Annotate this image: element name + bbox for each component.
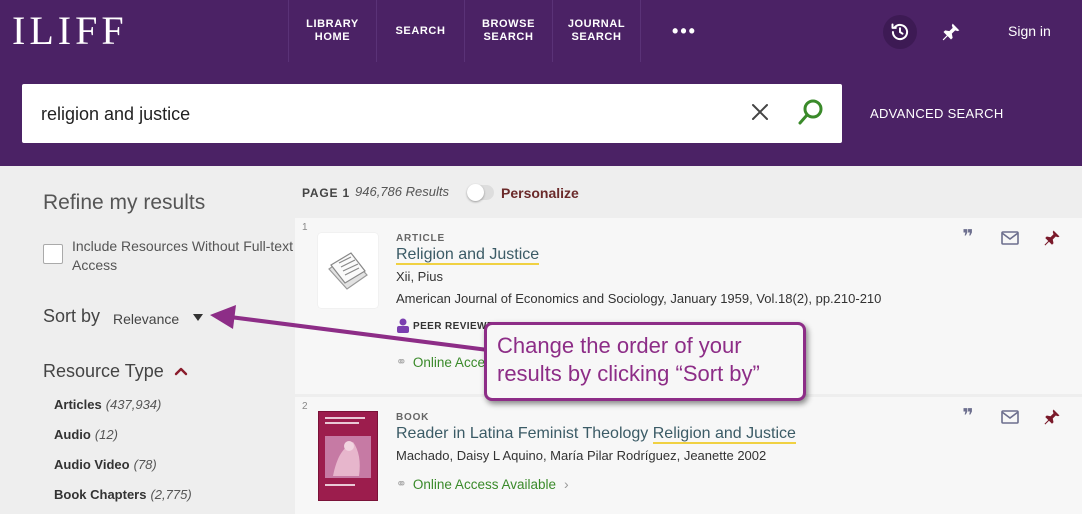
- nav-journal-search[interactable]: JOURNAL SEARCH: [552, 0, 640, 62]
- result-title-link[interactable]: Religion and Justice: [396, 246, 540, 265]
- email-icon[interactable]: [1000, 229, 1020, 247]
- article-icon: [328, 251, 368, 290]
- nav-browse-search[interactable]: BROWSE SEARCH: [464, 0, 552, 62]
- search-query-text[interactable]: religion and justice: [41, 104, 190, 125]
- annotation-line-2: results by clicking “Sort by”: [497, 361, 760, 386]
- sort-by-label: Sort by: [43, 306, 101, 326]
- result-source: American Journal of Economics and Sociol…: [396, 291, 882, 306]
- refine-results-title: Refine my results: [43, 191, 206, 214]
- main-nav: LIBRARY HOME SEARCH BROWSE SEARCH JOURNAL S…: [288, 0, 728, 62]
- include-no-fulltext-label[interactable]: Include Resources Without Full-text Acce…: [72, 237, 297, 275]
- pin-icon[interactable]: [1042, 408, 1062, 426]
- search-input[interactable]: religion and justice: [22, 84, 842, 143]
- result-author: Machado, Daisy L Aquino, María Pilar Rod…: [396, 448, 767, 463]
- nav-more-menu[interactable]: •••: [640, 0, 728, 62]
- chevron-right-icon: ›: [564, 476, 569, 492]
- result-type: BOOK: [396, 412, 430, 423]
- book-cover-image: [319, 412, 377, 500]
- result-title-link[interactable]: Reader in Latina Feminist Theology Relig…: [396, 425, 796, 444]
- result-index: 2: [302, 401, 308, 412]
- cite-icon[interactable]: ❞: [958, 228, 978, 247]
- article-thumbnail[interactable]: [318, 233, 378, 308]
- personalize-label[interactable]: Personalize: [501, 185, 579, 201]
- search-band: religion and justice ADVANCED SEARCH: [0, 62, 1082, 166]
- results-count: 946,786 Results: [355, 184, 449, 199]
- result-author: Xii, Pius: [396, 269, 443, 284]
- caret-down-icon[interactable]: [193, 314, 203, 321]
- book-cover-thumbnail[interactable]: [318, 411, 378, 501]
- chevron-up-icon[interactable]: [174, 366, 188, 376]
- sign-in-link[interactable]: Sign in: [1008, 23, 1051, 39]
- pin-icon[interactable]: [934, 15, 968, 49]
- page-number: PAGE 1: [302, 186, 350, 200]
- email-icon[interactable]: [1000, 408, 1020, 426]
- sort-by-select[interactable]: Relevance: [113, 311, 179, 327]
- nav-search[interactable]: SEARCH: [376, 0, 464, 62]
- advanced-search-link[interactable]: ADVANCED SEARCH: [870, 106, 1004, 121]
- annotation-callout: Change the order of your results by clic…: [484, 322, 806, 401]
- iliff-logo[interactable]: ILIFF: [12, 8, 128, 54]
- result-type: ARTICLE: [396, 233, 445, 244]
- link-icon: ⚭: [396, 354, 407, 369]
- peer-reviewed-icon: [397, 318, 409, 333]
- resource-type-articles[interactable]: Articles (437,934): [54, 397, 161, 412]
- result-actions: ❞: [958, 407, 1062, 426]
- resource-type-heading[interactable]: Resource Type: [43, 361, 164, 382]
- resource-type-audio-video[interactable]: Audio Video (78): [54, 457, 157, 472]
- cite-icon[interactable]: ❞: [958, 407, 978, 426]
- pin-icon[interactable]: [1042, 229, 1062, 247]
- result-actions: ❞: [958, 228, 1062, 247]
- result-item: 2 BOOK Reader in Latina Feminist Theolog…: [295, 397, 1082, 514]
- nav-library-home[interactable]: LIBRARY HOME: [288, 0, 376, 62]
- online-access-link[interactable]: ⚭ Online Access Available ›: [396, 476, 569, 492]
- history-icon[interactable]: [883, 15, 917, 49]
- include-no-fulltext-checkbox[interactable]: [43, 244, 63, 264]
- search-icon[interactable]: [797, 98, 825, 128]
- top-navigation-bar: ILIFF LIBRARY HOME SEARCH BROWSE SEARCH JO…: [0, 0, 1082, 62]
- link-icon: ⚭: [396, 476, 407, 491]
- result-index: 1: [302, 222, 308, 233]
- resource-type-book-chapters[interactable]: Book Chapters (2,775): [54, 487, 192, 502]
- clear-icon[interactable]: [750, 102, 770, 122]
- annotation-line-1: Change the order of your: [497, 333, 742, 358]
- personalize-toggle[interactable]: [467, 184, 494, 201]
- resource-type-audio[interactable]: Audio (12): [54, 427, 118, 442]
